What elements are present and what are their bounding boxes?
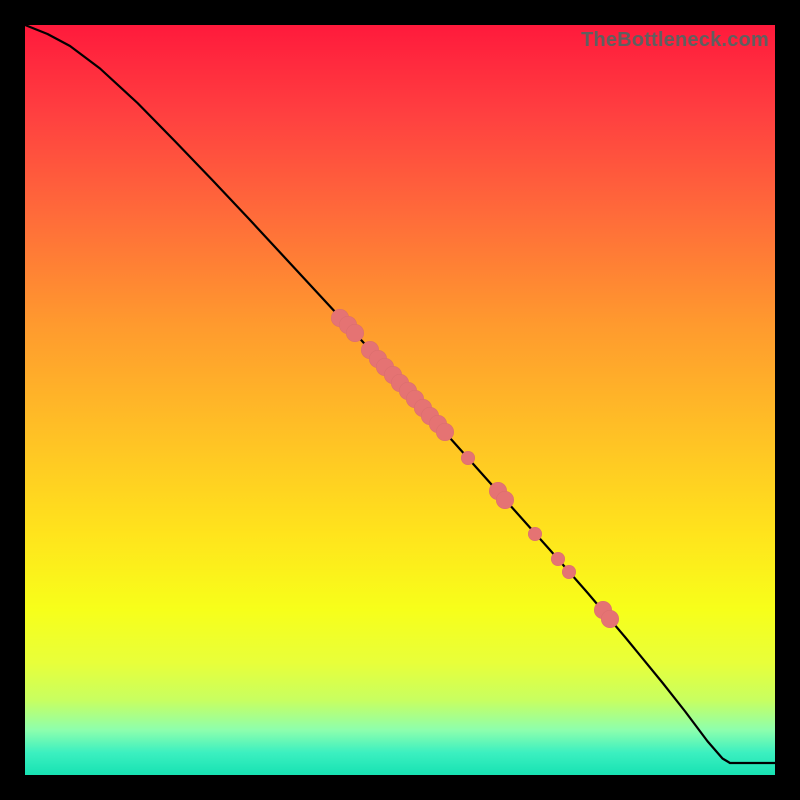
- data-point: [601, 610, 619, 628]
- data-point: [551, 552, 565, 566]
- data-point: [562, 565, 576, 579]
- data-point: [528, 527, 542, 541]
- chart-stage: TheBottleneck.com: [0, 0, 800, 800]
- plot-area: TheBottleneck.com: [25, 25, 775, 775]
- data-point: [346, 324, 364, 342]
- data-point: [461, 451, 475, 465]
- data-point: [436, 423, 454, 441]
- curve-layer: [25, 25, 775, 775]
- data-point: [496, 491, 514, 509]
